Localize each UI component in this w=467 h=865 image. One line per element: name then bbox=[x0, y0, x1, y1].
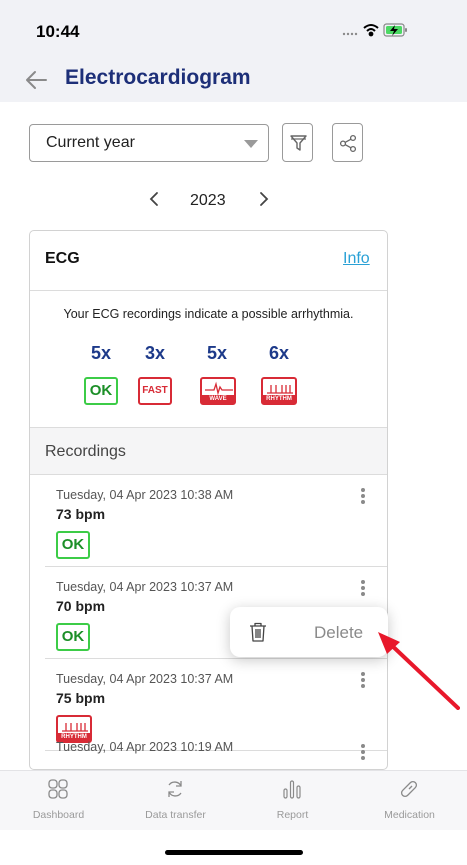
year-navigator: 2023 bbox=[0, 186, 467, 214]
battery-charging-icon bbox=[383, 23, 407, 37]
pill-icon bbox=[400, 780, 418, 798]
ok-badge: OK bbox=[56, 623, 90, 651]
fast-badge: FAST bbox=[138, 377, 172, 405]
page-title: Electrocardiogram bbox=[65, 66, 251, 89]
recording-date: Tuesday, 04 Apr 2023 10:37 AM bbox=[56, 672, 234, 686]
tab-label: Medication bbox=[384, 809, 435, 821]
share-icon bbox=[339, 134, 357, 153]
rhythm-icon bbox=[267, 385, 293, 394]
filter-icon bbox=[290, 135, 307, 151]
recording-item[interactable]: Tuesday, 04 Apr 2023 10:19 AM bbox=[30, 732, 387, 769]
trash-icon bbox=[250, 622, 266, 642]
summary-text: Your ECG recordings indicate a possible … bbox=[63, 307, 354, 321]
ok-badge: OK bbox=[84, 377, 118, 405]
delete-menu-item[interactable]: Delete bbox=[314, 623, 363, 643]
stat-count-wave: 5x bbox=[206, 343, 228, 363]
recording-item[interactable]: Tuesday, 04 Apr 2023 10:38 AM 73 bpm OK bbox=[30, 474, 387, 566]
more-options-icon[interactable] bbox=[358, 670, 368, 694]
stat-count-ok: 5x bbox=[90, 343, 112, 363]
card-title: ECG bbox=[45, 250, 80, 267]
year-label: 2023 bbox=[190, 192, 226, 209]
chevron-right-icon[interactable] bbox=[257, 190, 271, 208]
tab-bar: Dashboard Data transfer Report Medicatio… bbox=[0, 770, 467, 830]
recording-bpm: 70 bpm bbox=[56, 598, 106, 614]
stat-count-fast: 3x bbox=[144, 343, 166, 363]
share-button[interactable] bbox=[332, 123, 363, 162]
rhythm-icon bbox=[62, 723, 88, 732]
recordings-header: Recordings bbox=[30, 428, 387, 474]
tab-label: Data transfer bbox=[145, 809, 206, 821]
tab-report[interactable]: Report bbox=[234, 771, 351, 831]
filter-button[interactable] bbox=[282, 123, 313, 162]
more-options-icon[interactable] bbox=[358, 486, 368, 510]
divider bbox=[30, 290, 387, 291]
recording-date: Tuesday, 04 Apr 2023 10:38 AM bbox=[56, 488, 234, 502]
info-link[interactable]: Info bbox=[343, 250, 370, 268]
tab-medication[interactable]: Medication bbox=[351, 771, 467, 831]
back-arrow-icon[interactable] bbox=[24, 69, 48, 91]
wave-badge-label: WAVE bbox=[202, 395, 234, 403]
wifi-icon bbox=[363, 24, 379, 37]
status-time: 10:44 bbox=[36, 22, 80, 41]
status-icons bbox=[342, 23, 407, 37]
more-options-icon[interactable] bbox=[358, 742, 368, 766]
annotation-arrow-icon bbox=[378, 632, 460, 710]
recordings-header-label: Recordings bbox=[45, 443, 126, 460]
recording-date: Tuesday, 04 Apr 2023 10:37 AM bbox=[56, 580, 234, 594]
ecg-wave-icon bbox=[205, 381, 233, 395]
period-select[interactable]: Current year bbox=[29, 124, 269, 162]
tab-data-transfer[interactable]: Data transfer bbox=[117, 771, 234, 831]
chevron-left-icon[interactable] bbox=[147, 190, 161, 208]
period-select-value: Current year bbox=[46, 134, 135, 151]
recording-bpm: 73 bpm bbox=[56, 506, 106, 522]
rhythm-badge-label: RHYTHM bbox=[263, 395, 295, 403]
signal-dots-icon bbox=[342, 32, 358, 36]
ok-badge: OK bbox=[56, 531, 90, 559]
ecg-card: ECG Info Your ECG recordings indicate a … bbox=[29, 230, 388, 770]
recording-date: Tuesday, 04 Apr 2023 10:19 AM bbox=[56, 740, 234, 754]
wave-badge: WAVE bbox=[200, 377, 236, 405]
caret-down-icon bbox=[244, 140, 258, 148]
tab-dashboard[interactable]: Dashboard bbox=[0, 771, 117, 831]
sync-icon bbox=[168, 781, 182, 797]
home-indicator bbox=[165, 850, 303, 855]
tab-label: Dashboard bbox=[32, 809, 85, 821]
more-options-icon[interactable] bbox=[358, 578, 368, 602]
status-bar: 10:44 bbox=[0, 0, 467, 60]
rhythm-badge: RHYTHM bbox=[261, 377, 297, 405]
nav-bar: Electrocardiogram bbox=[0, 60, 467, 102]
recording-bpm: 75 bpm bbox=[56, 690, 106, 706]
dashboard-icon bbox=[48, 779, 68, 799]
context-menu: Delete bbox=[230, 607, 388, 657]
report-icon bbox=[283, 780, 301, 799]
tab-label: Report bbox=[276, 809, 309, 821]
stat-count-rhythm: 6x bbox=[268, 343, 290, 363]
